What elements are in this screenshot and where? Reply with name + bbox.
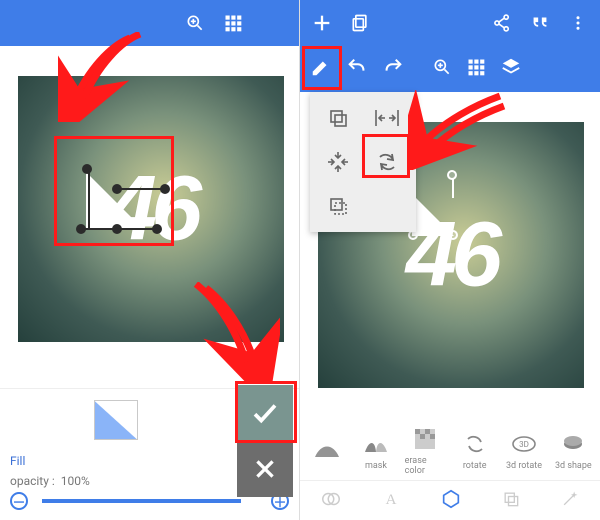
cat-overlap-icon[interactable] <box>320 488 342 514</box>
tool-slice[interactable] <box>306 435 347 466</box>
tool-3d-rotate[interactable]: 3D 3d rotate <box>503 430 544 471</box>
right-bottom-panel: mask erase color rotate 3D 3d rotate 3d … <box>300 420 600 520</box>
slice-icon <box>313 435 341 463</box>
grid-icon[interactable] <box>221 11 245 35</box>
undo-icon[interactable] <box>346 56 368 82</box>
cat-text-icon[interactable]: A <box>381 489 401 513</box>
dropdown-blank <box>365 186 409 226</box>
dropdown-fit-width[interactable] <box>365 98 409 138</box>
cancel-button[interactable] <box>237 441 293 497</box>
tool-label: rotate <box>463 461 487 471</box>
dropdown-rotate[interactable] <box>365 142 409 182</box>
copy-icon[interactable] <box>348 11 372 35</box>
opacity-minus-button[interactable]: － <box>10 492 28 510</box>
edit-icon[interactable] <box>310 56 332 82</box>
more-icon[interactable] <box>566 11 590 35</box>
confirm-button[interactable] <box>237 385 293 441</box>
layers-icon[interactable] <box>500 56 522 82</box>
tool-mask[interactable]: mask <box>355 430 396 471</box>
opacity-value: 100% <box>61 474 90 488</box>
share-icon[interactable] <box>490 11 514 35</box>
left-pane: 46 <box>0 0 300 520</box>
tool-label: 3d shape <box>555 461 592 471</box>
tool-strip[interactable]: mask erase color rotate 3D 3d rotate 3d … <box>300 420 600 480</box>
dropdown-center[interactable] <box>316 142 360 182</box>
right-toolbar-top <box>300 0 600 46</box>
tool-3d-shape[interactable]: 3d shape <box>553 430 594 471</box>
zoom-icon[interactable] <box>183 11 207 35</box>
redo-icon[interactable] <box>382 56 404 82</box>
grid-icon-right[interactable] <box>466 57 486 81</box>
triangle-shape-right[interactable] <box>412 194 454 236</box>
right-pane: 46 <box>300 0 600 520</box>
left-canvas-area: 46 <box>0 46 299 388</box>
dropdown-crop[interactable] <box>316 186 360 226</box>
opacity-slider[interactable] <box>42 499 241 503</box>
rotate-icon <box>461 430 489 458</box>
mask-icon <box>362 430 390 458</box>
add-icon[interactable] <box>310 11 334 35</box>
tool-rotate[interactable]: rotate <box>454 430 495 471</box>
left-bottom-panel: Fill opacity : 100% － ＋ <box>0 388 299 520</box>
shape-tool-button[interactable] <box>94 400 138 440</box>
cat-shape-icon[interactable] <box>440 488 462 514</box>
shape-tool-row <box>0 388 299 450</box>
tool-label: erase color <box>405 456 446 476</box>
edit-dropdown <box>310 92 416 232</box>
tool-erase-color[interactable]: erase color <box>405 425 446 476</box>
quote-icon[interactable] <box>528 11 552 35</box>
left-artboard[interactable]: 46 <box>18 76 284 342</box>
shape-edit-handles[interactable] <box>68 158 178 252</box>
svg-text:3D: 3D <box>519 440 529 449</box>
tool-label: mask <box>365 461 387 471</box>
opacity-label: opacity : <box>10 474 55 488</box>
zoom-icon-right[interactable] <box>432 57 452 81</box>
triangle-shape[interactable] <box>86 172 142 228</box>
category-row: A <box>300 480 600 520</box>
erase-icon <box>411 425 439 453</box>
right-toolbar-sub <box>300 46 600 92</box>
tool-label: 3d rotate <box>506 461 542 471</box>
left-toolbar <box>0 0 299 46</box>
3dshape-icon <box>559 430 587 458</box>
3drotate-icon: 3D <box>510 430 538 458</box>
svg-text:A: A <box>385 492 396 508</box>
cat-magic-icon[interactable] <box>560 489 580 513</box>
dropdown-duplicate[interactable] <box>316 98 360 138</box>
cat-copy-icon[interactable] <box>501 489 521 513</box>
